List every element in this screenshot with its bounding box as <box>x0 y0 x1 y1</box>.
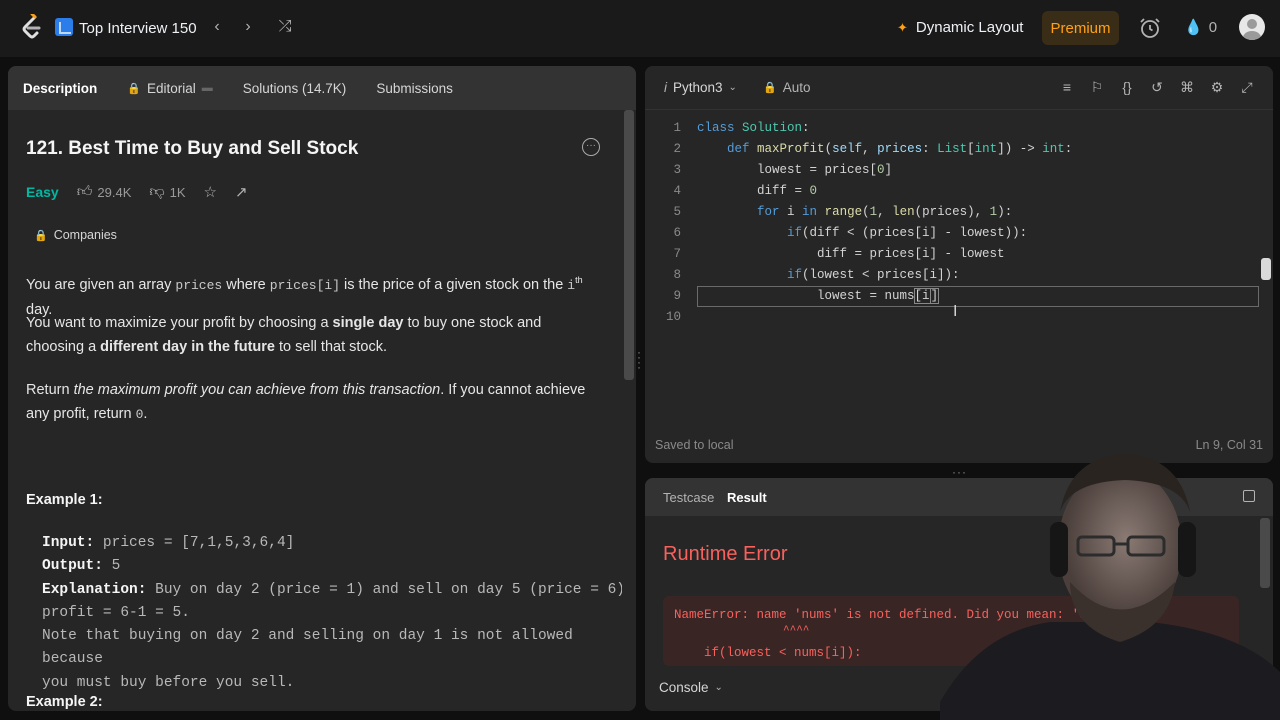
prev-problem-icon[interactable]: ‹ <box>208 18 226 36</box>
lock-icon: 🔒 <box>127 82 141 95</box>
scrollbar-thumb[interactable] <box>1261 258 1271 280</box>
problem-list-icon[interactable] <box>55 18 73 36</box>
auto-label: Auto <box>782 80 811 95</box>
share-icon: ↗ <box>234 184 248 201</box>
top-navbar: Top Interview 150 ‹ › ⤮ ✦ Dynamic Layout… <box>0 0 1280 57</box>
error-line: if(lowest < nums[i]): <box>674 646 862 660</box>
companies-tag[interactable]: 🔒 Companies <box>34 228 117 242</box>
code-icon: i <box>664 80 667 95</box>
alarm-clock-icon[interactable] <box>1138 16 1162 40</box>
sparkle-icon: ✦ <box>897 19 908 35</box>
dislike-count: 1K <box>169 184 186 200</box>
shortcut-icon[interactable]: ⌘ <box>1178 79 1196 96</box>
reset-icon[interactable]: ↺ <box>1148 79 1166 96</box>
language-select[interactable]: i Python3 ⌄ <box>664 80 737 95</box>
code-line: 7 diff = prices[i] - lowest <box>673 247 1005 261</box>
console-label: Console <box>659 680 709 695</box>
thumbs-down-icon: 👎︎ <box>149 183 165 200</box>
flame-icon: 💧 <box>1184 19 1203 36</box>
expand-icon[interactable]: ⤢ <box>1238 79 1256 96</box>
settings-gear-icon[interactable]: ⚙ <box>1208 79 1226 96</box>
code-area[interactable]: 1 class Solution: 2 def maxProfit(self, p… <box>645 110 1273 420</box>
description-paragraph-3: Return the maximum profit you can achiev… <box>26 382 586 422</box>
chevron-down-icon: ⌄ <box>714 682 723 693</box>
premium-button[interactable]: Premium <box>1042 11 1119 45</box>
tab-editorial[interactable]: 🔒 Editorial ▬ <box>127 81 212 96</box>
thumbs-up-icon: 👍︎ <box>76 183 93 200</box>
tab-editorial-label: Editorial <box>146 80 196 96</box>
auto-mode-toggle[interactable]: 🔒 Auto <box>763 80 810 95</box>
scrollbar-thumb[interactable] <box>624 110 634 380</box>
favorite-button[interactable]: ☆ <box>204 183 217 201</box>
cursor-position: Ln 9, Col 31 <box>1195 438 1263 452</box>
result-status: Runtime Error <box>663 543 788 565</box>
like-button[interactable]: 👍︎ 29.4K <box>77 183 132 201</box>
like-count: 29.4K <box>97 184 132 200</box>
example-2-title: Example 2: <box>26 694 103 710</box>
share-button[interactable]: ↗ <box>235 183 248 201</box>
lock-icon: 🔒 <box>763 82 777 94</box>
companies-label: Companies <box>53 228 117 242</box>
description-scrollbar[interactable] <box>622 110 635 711</box>
star-icon: ☆ <box>203 184 217 201</box>
error-caret: ^^^^ <box>783 625 810 637</box>
text-cursor-icon: I <box>953 303 958 320</box>
problem-description-panel: Description 🔒 Editorial ▬ Solutions (14.… <box>8 66 636 711</box>
code-line: 5 for i in range(1, len(prices), 1): <box>673 205 1013 219</box>
next-problem-icon[interactable]: › <box>239 18 257 36</box>
description-paragraph-2: You want to maximize your profit by choo… <box>26 315 542 355</box>
format-lines-icon[interactable]: ≡ <box>1058 79 1076 95</box>
editor-scrollbar[interactable] <box>1259 110 1273 410</box>
shuffle-icon[interactable]: ⤮ <box>276 18 294 36</box>
dislike-button[interactable]: 👎︎ 1K <box>149 183 185 201</box>
problem-meta-row: Easy 👍︎ 29.4K 👎︎ 1K ☆ ↗ <box>26 183 266 201</box>
lock-icon: 🔒 <box>34 229 48 242</box>
code-line: 8 if(lowest < prices[i]): <box>673 268 960 282</box>
leetcode-logo-icon[interactable] <box>18 14 44 42</box>
streak-counter[interactable]: 💧 0 <box>1184 18 1218 37</box>
console-toggle[interactable]: Console ⌄ <box>659 680 723 695</box>
tab-testcase[interactable]: Testcase <box>663 490 714 505</box>
code-line: 1 class Solution: <box>673 121 810 135</box>
code-line: 3 lowest = prices[0] <box>673 163 893 177</box>
problem-title: 121. Best Time to Buy and Sell Stock <box>26 138 359 159</box>
webcam-overlay <box>940 454 1280 720</box>
example-1-body: Input: prices = [7,1,5,3,6,4] Output: 5 … <box>42 535 634 691</box>
language-label: Python3 <box>673 80 723 95</box>
tab-description[interactable]: Description <box>23 81 97 96</box>
dynamic-layout-label: Dynamic Layout <box>915 19 1024 36</box>
dynamic-layout-button[interactable]: ✦ Dynamic Layout <box>897 19 1023 36</box>
user-avatar[interactable] <box>1239 14 1265 40</box>
tab-solutions[interactable]: Solutions (14.7K) <box>243 81 347 96</box>
chevron-down-icon: ⌄ <box>728 82 737 93</box>
bookmark-icon[interactable]: ⚐ <box>1088 79 1106 96</box>
description-tabbar: Description 🔒 Editorial ▬ Solutions (14.… <box>8 66 636 110</box>
tab-submissions[interactable]: Submissions <box>376 81 453 96</box>
code-line: 4 diff = 0 <box>673 184 818 198</box>
more-options-icon[interactable]: ··· <box>582 138 600 156</box>
tab-result[interactable]: Result <box>727 490 767 505</box>
difficulty-badge: Easy <box>26 184 59 200</box>
problem-list-title[interactable]: Top Interview 150 <box>79 20 197 37</box>
code-line: 6 if(diff < (prices[i] - lowest)): <box>673 226 1028 240</box>
video-icon: ▬ <box>201 82 213 94</box>
streak-count: 0 <box>1208 18 1218 36</box>
editor-toolbar: i Python3 ⌄ 🔒 Auto ≡ ⚐ {} ↺ ⌘ ⚙ ⤢ <box>645 66 1273 110</box>
code-editor-panel: i Python3 ⌄ 🔒 Auto ≡ ⚐ {} ↺ ⌘ ⚙ ⤢ 1 class… <box>645 66 1273 463</box>
saved-status: Saved to local <box>655 438 734 452</box>
vertical-resize-handle[interactable]: · · · · <box>637 346 643 373</box>
example-1-title: Example 1: <box>26 492 103 508</box>
braces-icon[interactable]: {} <box>1118 79 1136 95</box>
code-line: 2 def maxProfit(self, prices: List[int])… <box>673 142 1073 156</box>
